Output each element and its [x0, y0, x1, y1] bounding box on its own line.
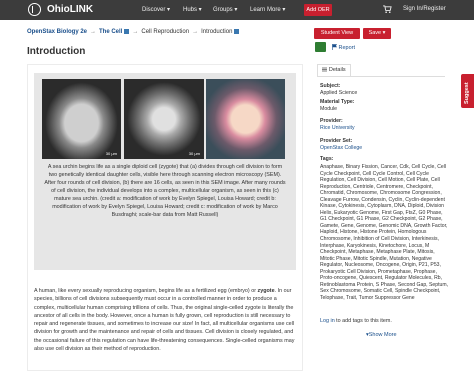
nav-groups[interactable]: Groups ▾: [213, 6, 237, 13]
figure-image-two-cells: 30 μm: [42, 79, 121, 159]
suggest-tab[interactable]: Suggest: [461, 74, 474, 108]
student-view-button[interactable]: Student View: [314, 28, 360, 39]
login-hint: to add tags to this item.: [334, 318, 392, 324]
subject-label: Subject:: [320, 83, 341, 89]
report-link[interactable]: Report: [332, 44, 355, 51]
top-navigation-bar: OhioLINK Discover ▾ Hubs ▾ Groups ▾ Lear…: [0, 0, 474, 20]
report-label: Report: [338, 45, 356, 51]
nav-hubs[interactable]: Hubs ▾: [183, 6, 202, 13]
subject-value: Applied Science: [320, 89, 358, 96]
tags-heading: Tags:: [320, 156, 334, 162]
material-type-value: Module: [320, 105, 338, 112]
cart-icon[interactable]: [383, 5, 392, 14]
body-paragraph: A human, like every sexually reproducing…: [34, 287, 296, 353]
provider-label: Provider:: [320, 118, 343, 124]
site-logo-text: OhioLINK: [47, 4, 94, 15]
scale-bar-label: 30 μm: [188, 151, 200, 156]
material-type-field: Material Type: Module: [320, 99, 446, 112]
body-text-before: A human, like every sexually reproducing…: [34, 288, 258, 294]
tab-details-label: Details: [328, 67, 346, 73]
tab-details[interactable]: Details: [317, 64, 351, 76]
subject-field: Subject: Applied Science: [320, 83, 446, 96]
breadcrumb: OpenStax Biology 2e → The Cell → Cell Reprod…: [27, 29, 240, 36]
provider-field: Provider: Rice University: [320, 118, 446, 131]
show-more-button[interactable]: ▾Show More: [366, 332, 397, 338]
figure: 30 μm 30 μm A sea urchin begins life as …: [34, 73, 296, 270]
provider-set-field: Provider Set: OpenStax College: [320, 138, 446, 151]
nav-discover[interactable]: Discover ▾: [142, 6, 170, 13]
chapter-info-icon[interactable]: [124, 29, 130, 34]
sign-in-register-link[interactable]: Sign In/Register: [403, 6, 446, 12]
ohiolink-logo-icon: [28, 3, 41, 16]
tags-list[interactable]: Anaphase, Binary Fission, Cancer, Cdk, C…: [320, 164, 448, 301]
material-type-label: Material Type:: [320, 99, 355, 105]
breadcrumb-separator: →: [132, 29, 139, 36]
body-text-after: . In our species, billions of cell divis…: [34, 288, 295, 353]
breadcrumb-chapter[interactable]: The Cell: [99, 29, 122, 35]
figure-caption: A sea urchin begins life as a single dip…: [44, 164, 286, 218]
key-term-zygote: zygote: [257, 288, 275, 294]
content-panel: 30 μm 30 μm A sea urchin begins life as …: [27, 64, 303, 371]
page-info-icon[interactable]: [234, 29, 240, 34]
google-drive-icon[interactable]: [315, 42, 326, 52]
tags-label: Tags:: [320, 156, 446, 163]
tab-divider: [317, 76, 445, 77]
provider-set-link[interactable]: OpenStax College: [320, 145, 446, 152]
provider-set-label: Provider Set:: [320, 138, 353, 144]
scale-bar-label: 30 μm: [105, 151, 117, 156]
figure-image-sea-urchin: [206, 79, 285, 159]
provider-link[interactable]: Rice University: [320, 125, 446, 132]
breadcrumb-separator: →: [192, 29, 199, 36]
save-button[interactable]: Save ▾: [363, 28, 391, 39]
suggest-label: Suggest: [464, 82, 470, 104]
site-logo[interactable]: OhioLINK: [28, 3, 93, 16]
add-oer-button[interactable]: Add OER: [304, 4, 332, 16]
login-link[interactable]: Log in: [320, 318, 335, 324]
breadcrumb-section[interactable]: Cell Reproduction: [141, 29, 189, 35]
list-icon: [322, 67, 328, 71]
nav-learn-more[interactable]: Learn More ▾: [250, 6, 285, 13]
breadcrumb-book[interactable]: OpenStax Biology 2e: [27, 29, 87, 35]
breadcrumb-page: Introduction: [201, 29, 233, 36]
page-title: Introduction: [27, 46, 86, 57]
login-to-tag: Log in to add tags to this item.: [320, 318, 392, 324]
flag-icon: [332, 44, 338, 50]
breadcrumb-separator: →: [90, 29, 97, 36]
figure-image-sixteen-cells: 30 μm: [124, 79, 204, 159]
